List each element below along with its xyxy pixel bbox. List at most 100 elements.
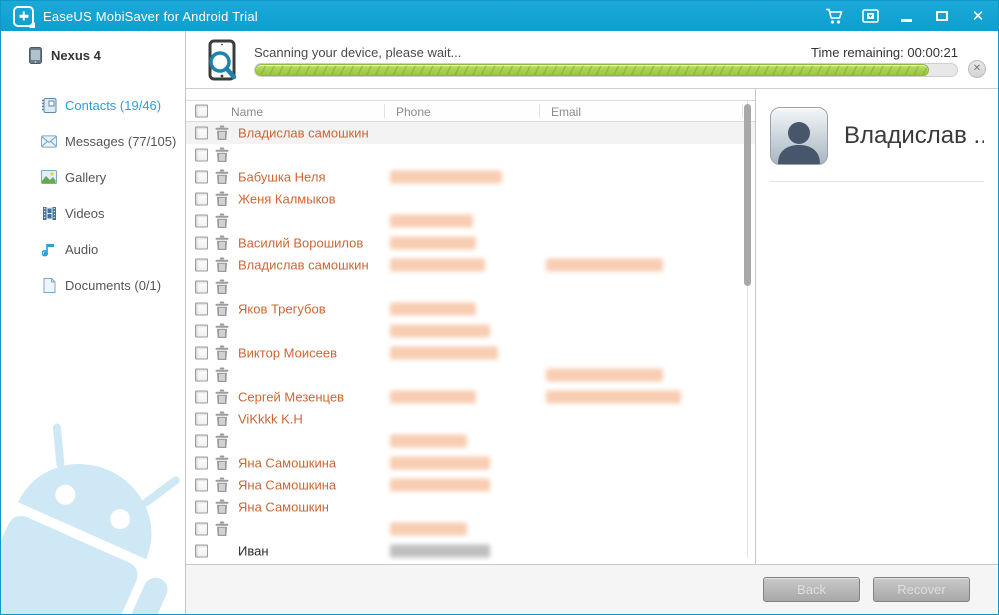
table-row[interactable]: Яков Трегубов xyxy=(186,298,755,320)
row-checkbox[interactable] xyxy=(195,302,208,316)
trash-icon xyxy=(215,521,229,537)
contact-name-cell: Яна Самошкина xyxy=(238,455,337,471)
row-checkbox[interactable] xyxy=(195,478,208,492)
window-title: EaseUS MobiSaver for Android Trial xyxy=(43,8,258,24)
scrollbar[interactable] xyxy=(743,101,751,558)
trash-icon xyxy=(215,235,229,251)
sidebar-item-contacts[interactable]: Contacts (19/46) xyxy=(1,87,185,123)
row-checkbox[interactable] xyxy=(195,258,208,272)
column-divider xyxy=(539,104,540,118)
sidebar-item-label: Videos xyxy=(65,205,105,221)
table-body: Владислав самошкин Бабушка Неля Женя Кал… xyxy=(186,122,755,566)
trash-icon xyxy=(215,367,229,383)
recover-button[interactable]: Recover xyxy=(873,577,970,602)
row-checkbox[interactable] xyxy=(195,192,208,206)
audio-icon xyxy=(41,241,57,257)
phone-redacted xyxy=(390,434,467,448)
sidebar-item-documents[interactable]: Documents (0/1) xyxy=(1,267,185,303)
table-row[interactable]: Женя Калмыков xyxy=(186,188,755,210)
phone-redacted xyxy=(390,456,490,470)
row-checkbox[interactable] xyxy=(195,236,208,250)
preview-divider xyxy=(770,181,984,182)
progress-bar xyxy=(254,62,958,77)
contact-name-cell: Владислав самошкин xyxy=(238,125,369,141)
row-checkbox[interactable] xyxy=(195,280,208,294)
phone-redacted xyxy=(390,478,490,492)
table-row[interactable]: Владислав самошкин xyxy=(186,122,755,144)
phone-redacted xyxy=(390,236,476,250)
maximize-button[interactable] xyxy=(932,6,952,26)
row-checkbox[interactable] xyxy=(195,390,208,404)
sidebar: Nexus 4 Contacts (19/46) Messages (77/10… xyxy=(1,31,186,614)
table-row[interactable]: Виктор Моисеев xyxy=(186,342,755,364)
table-row[interactable]: Яна Самошкина xyxy=(186,474,755,496)
table-row[interactable]: Бабушка Неля xyxy=(186,166,755,188)
table-row[interactable] xyxy=(186,430,755,452)
column-divider xyxy=(384,104,385,118)
table-row[interactable] xyxy=(186,320,755,342)
trash-icon xyxy=(215,499,229,515)
table-row[interactable]: Владислав самошкин xyxy=(186,254,755,276)
sidebar-item-label: Contacts (19/46) xyxy=(65,97,162,113)
contact-name-cell: Яна Самошкин xyxy=(238,499,329,515)
row-checkbox[interactable] xyxy=(195,456,208,470)
column-header-name[interactable]: Name xyxy=(231,105,263,119)
trash-icon xyxy=(215,279,229,295)
table-row[interactable]: Иван xyxy=(186,540,755,562)
row-checkbox[interactable] xyxy=(195,500,208,514)
sidebar-item-label: Gallery xyxy=(65,169,107,185)
feedback-window-icon[interactable] xyxy=(860,6,880,26)
back-button[interactable]: Back xyxy=(763,577,860,602)
minimize-button[interactable] xyxy=(896,6,916,26)
row-checkbox[interactable] xyxy=(195,368,208,382)
contact-name-cell: Владислав самошкин xyxy=(238,257,369,273)
row-checkbox[interactable] xyxy=(195,324,208,338)
phone-redacted xyxy=(390,544,490,558)
phone-redacted xyxy=(390,324,490,338)
table-row[interactable] xyxy=(186,518,755,540)
close-button[interactable]: ✕ xyxy=(968,6,988,26)
row-checkbox[interactable] xyxy=(195,412,208,426)
row-checkbox[interactable] xyxy=(195,148,208,162)
table-row[interactable]: Сергей Мезенцев xyxy=(186,386,755,408)
phone-redacted xyxy=(390,214,473,228)
shopping-cart-icon[interactable] xyxy=(824,6,844,26)
row-checkbox[interactable] xyxy=(195,214,208,228)
app-window: EaseUS MobiSaver for Android Trial ✕ Nex… xyxy=(0,0,999,615)
table-row[interactable]: Яна Самошкина xyxy=(186,452,755,474)
table-row[interactable]: ViKkkk K.H xyxy=(186,408,755,430)
row-checkbox[interactable] xyxy=(195,522,208,536)
row-checkbox[interactable] xyxy=(195,544,208,558)
phone-redacted xyxy=(390,390,476,404)
table-row[interactable] xyxy=(186,144,755,166)
sidebar-nav: Contacts (19/46) Messages (77/105) Galle… xyxy=(1,87,185,303)
table-row[interactable] xyxy=(186,364,755,386)
row-checkbox[interactable] xyxy=(195,434,208,448)
sidebar-item-videos[interactable]: Videos xyxy=(1,195,185,231)
table-row[interactable] xyxy=(186,276,755,298)
sidebar-item-audio[interactable]: Audio xyxy=(1,231,185,267)
trash-icon xyxy=(215,323,229,339)
stop-scan-button[interactable]: ✕ xyxy=(968,59,986,78)
select-all-checkbox[interactable] xyxy=(195,104,208,118)
sidebar-item-gallery[interactable]: Gallery xyxy=(1,159,185,195)
sidebar-item-messages[interactable]: Messages (77/105) xyxy=(1,123,185,159)
trash-icon xyxy=(215,345,229,361)
table-row[interactable]: Василий Ворошилов xyxy=(186,232,755,254)
contact-name-cell: Виктор Моисеев xyxy=(238,345,337,361)
table-row[interactable] xyxy=(186,210,755,232)
sidebar-device-nexus4[interactable]: Nexus 4 xyxy=(27,46,185,64)
phone-redacted xyxy=(390,522,467,536)
row-checkbox[interactable] xyxy=(195,170,208,184)
table-row[interactable]: Яна Самошкин xyxy=(186,496,755,518)
scan-status-bar: Scanning your device, please wait... Tim… xyxy=(186,31,998,89)
column-header-phone[interactable]: Phone xyxy=(396,105,431,119)
column-header-email[interactable]: Email xyxy=(551,105,581,119)
contact-name-cell: ViKkkk K.H xyxy=(238,411,303,427)
row-checkbox[interactable] xyxy=(195,126,208,140)
trash-icon xyxy=(215,455,229,471)
row-checkbox[interactable] xyxy=(195,346,208,360)
scrollbar-thumb[interactable] xyxy=(744,104,751,286)
phone-redacted xyxy=(390,258,485,272)
contact-preview-panel: Владислав ... xyxy=(755,89,998,564)
